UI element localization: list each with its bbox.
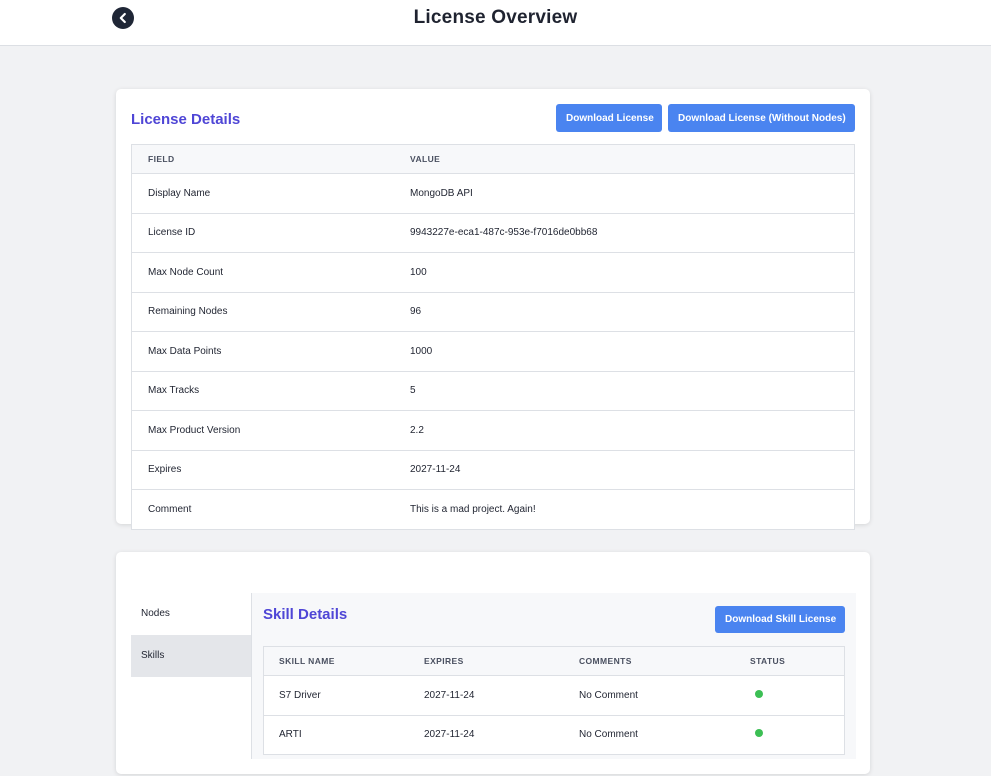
column-header-value: VALUE — [394, 144, 855, 174]
field-value: This is a mad project. Again! — [394, 489, 855, 530]
field-label: Remaining Nodes — [131, 292, 394, 332]
column-header-expires: EXPIRES — [409, 646, 564, 676]
table-row: Max Product Version 2.2 — [131, 410, 855, 451]
field-value: 1000 — [394, 331, 855, 372]
field-value: 2.2 — [394, 410, 855, 451]
table-row: Max Tracks 5 — [131, 371, 855, 411]
skill-details-table: SKILL NAME EXPIRES COMMENTS STATUS S7 Dr… — [263, 646, 845, 755]
skill-comment: No Comment — [564, 715, 735, 755]
skill-expires: 2027-11-24 — [409, 675, 564, 716]
table-row: ARTI 2027-11-24 No Comment — [263, 715, 845, 755]
field-label: License ID — [131, 213, 394, 253]
side-nav: Nodes Skills — [131, 593, 251, 677]
skill-name: ARTI — [263, 715, 409, 755]
page-title: License Overview — [413, 7, 578, 28]
table-row: Expires 2027-11-24 — [131, 450, 855, 490]
download-skill-license-button[interactable]: Download Skill License — [715, 606, 845, 633]
status-active-icon — [755, 689, 763, 698]
field-label: Expires — [131, 450, 394, 490]
column-header-status: STATUS — [735, 646, 845, 676]
field-label: Max Data Points — [131, 331, 394, 372]
field-value: 5 — [394, 371, 855, 411]
table-header-row: SKILL NAME EXPIRES COMMENTS STATUS — [263, 646, 845, 676]
field-value: MongoDB API — [394, 173, 855, 214]
skill-status — [735, 715, 845, 755]
nav-item-nodes[interactable]: Nodes — [131, 593, 251, 635]
table-row: Comment This is a mad project. Again! — [131, 489, 855, 530]
field-label: Display Name — [131, 173, 394, 214]
skill-expires: 2027-11-24 — [409, 715, 564, 755]
field-value: 2027-11-24 — [394, 450, 855, 490]
table-row: Remaining Nodes 96 — [131, 292, 855, 332]
top-bar: License Overview — [0, 0, 991, 46]
field-label: Max Tracks — [131, 371, 394, 411]
column-header-comments: COMMENTS — [564, 646, 735, 676]
table-row: Max Data Points 1000 — [131, 331, 855, 372]
license-details-title: License Details — [131, 111, 241, 128]
table-row: S7 Driver 2027-11-24 No Comment — [263, 675, 845, 716]
field-value: 9943227e-eca1-487c-953e-f7016de0bb68 — [394, 213, 855, 253]
field-value: 96 — [394, 292, 855, 332]
skill-name: S7 Driver — [263, 675, 409, 716]
table-header-row: FIELD VALUE — [131, 144, 855, 174]
column-header-skill-name: SKILL NAME — [263, 646, 409, 676]
table-row: Display Name MongoDB API — [131, 173, 855, 214]
skill-details-panel: Skill Details Download Skill License SKI… — [251, 593, 856, 759]
column-header-field: FIELD — [131, 144, 394, 174]
status-active-icon — [755, 729, 763, 738]
field-label: Max Node Count — [131, 252, 394, 293]
skill-details-title: Skill Details — [263, 606, 348, 623]
table-row: Max Node Count 100 — [131, 252, 855, 293]
nav-item-skills[interactable]: Skills — [131, 635, 251, 677]
skill-status — [735, 675, 845, 716]
table-row: License ID 9943227e-eca1-487c-953e-f7016… — [131, 213, 855, 253]
field-label: Comment — [131, 489, 394, 530]
skills-card: Nodes Skills Skill Details Download Skil… — [116, 552, 870, 774]
skill-comment: No Comment — [564, 675, 735, 716]
field-value: 100 — [394, 252, 855, 293]
field-label: Max Product Version — [131, 410, 394, 451]
download-license-without-nodes-button[interactable]: Download License (Without Nodes) — [668, 104, 855, 132]
download-license-button[interactable]: Download License — [556, 104, 662, 132]
license-details-card: License Details Download License Downloa… — [116, 89, 870, 530]
license-details-table: FIELD VALUE Display Name MongoDB API Lic… — [131, 144, 855, 530]
